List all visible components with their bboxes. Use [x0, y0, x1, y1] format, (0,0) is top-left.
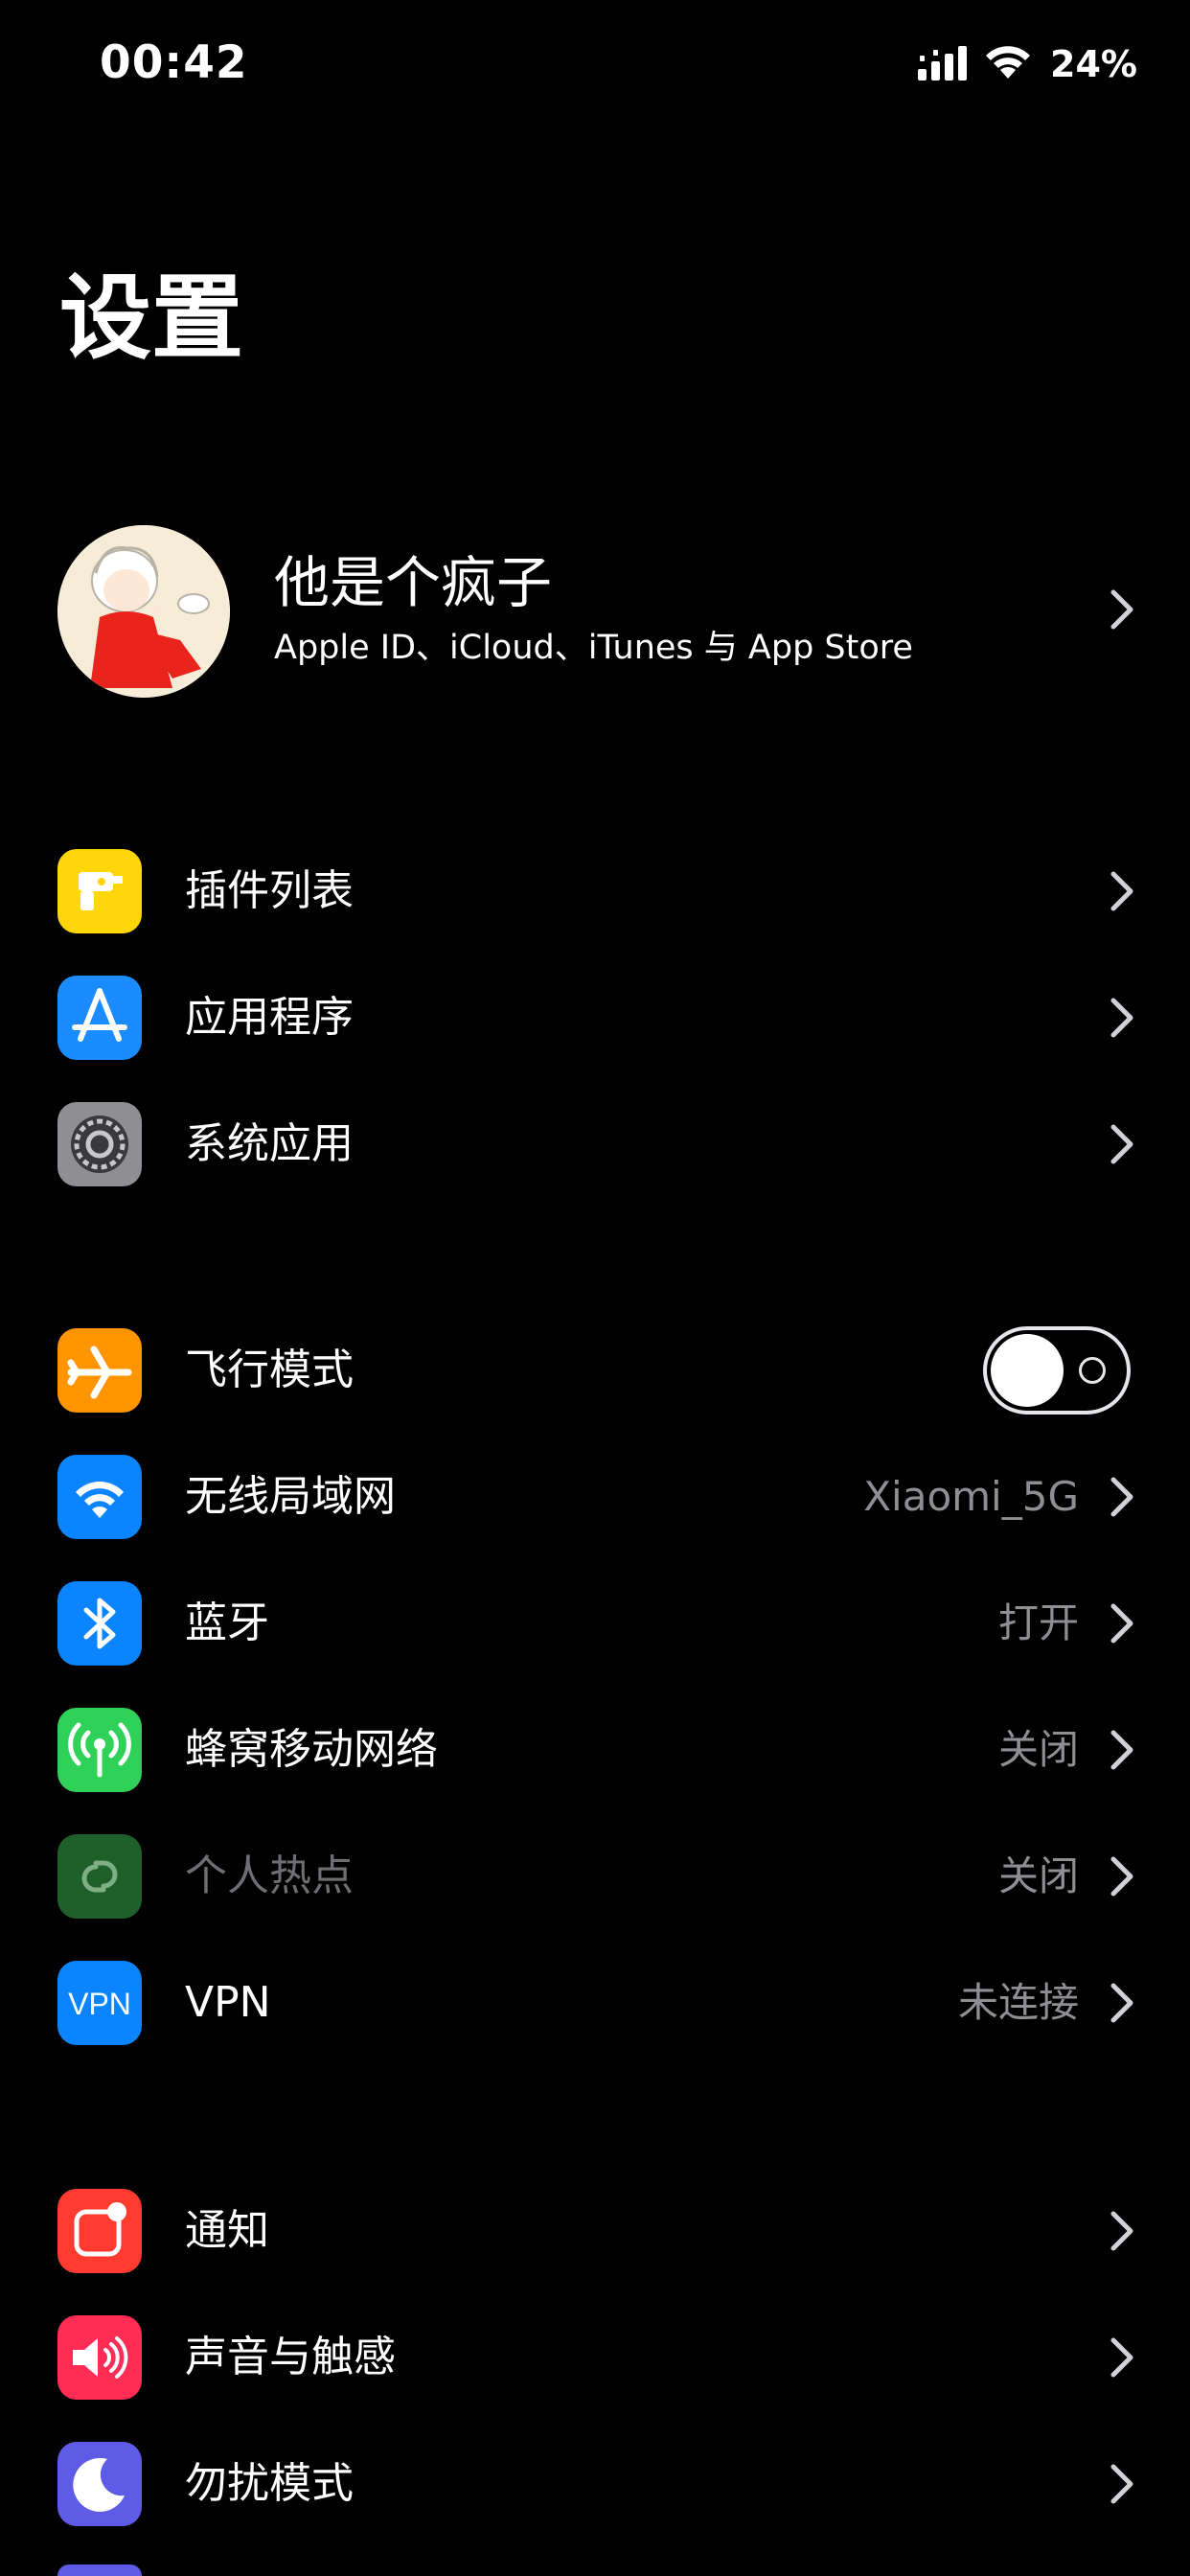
row-label: 飞行模式 [185, 1346, 354, 1394]
row-value: Xiaomi_5G [863, 1473, 1079, 1520]
hotspot-icon [57, 1834, 142, 1919]
row-label: 个人热点 [185, 1852, 354, 1900]
airplane-mode-toggle[interactable] [983, 1326, 1131, 1414]
row-label: 声音与触感 [185, 2333, 396, 2381]
cellular-signal-icon [918, 46, 967, 80]
settings-row-hotspot[interactable]: 个人热点 关闭 [0, 1813, 1190, 1940]
notification-icon [57, 2189, 142, 2273]
next-row-icon-partial [57, 2564, 142, 2576]
row-label: 蓝牙 [185, 1598, 269, 1647]
settings-row-plugins[interactable]: 插件列表 [0, 828, 1190, 954]
vpn-icon-text: VPN [68, 1987, 131, 2021]
profile-name: 他是个疯子 [274, 550, 553, 615]
profile-row[interactable]: 他是个疯子 Apple ID、iCloud、iTunes 与 App Store [0, 518, 1190, 707]
cellular-antenna-icon [57, 1708, 142, 1792]
chevron-right-icon [1110, 2211, 1133, 2251]
page-title: 设置 [59, 264, 243, 372]
avatar [57, 525, 230, 698]
settings-row-do-not-disturb[interactable]: 勿扰模式 [0, 2421, 1190, 2547]
airplane-icon [57, 1328, 142, 1413]
status-bar: 00:42 24% [0, 0, 1190, 134]
chevron-right-icon [1110, 1730, 1133, 1770]
row-label: VPN [185, 1978, 271, 2027]
settings-row-vpn[interactable]: VPN VPN 未连接 [0, 1940, 1190, 2066]
row-label: 蜂窝移动网络 [185, 1725, 438, 1774]
chevron-right-icon [1110, 1477, 1133, 1517]
chevron-right-icon [1110, 2464, 1133, 2504]
chevron-right-icon [1110, 1124, 1133, 1164]
row-label: 插件列表 [185, 866, 354, 915]
speaker-icon [57, 2315, 142, 2400]
settings-row-bluetooth[interactable]: 蓝牙 打开 [0, 1560, 1190, 1687]
row-label: 系统应用 [185, 1119, 354, 1168]
toggle-off-indicator [1079, 1357, 1106, 1384]
row-label: 应用程序 [185, 993, 354, 1042]
settings-row-wlan[interactable]: 无线局域网 Xiaomi_5G [0, 1434, 1190, 1560]
wifi-icon [986, 46, 1030, 79]
vpn-icon: VPN [57, 1961, 142, 2045]
plugin-drill-icon [57, 849, 142, 933]
chevron-right-icon [1110, 589, 1133, 630]
moon-icon [57, 2442, 142, 2526]
avatar-illustration-icon [57, 525, 230, 698]
row-label: 无线局域网 [185, 1472, 396, 1521]
status-time: 00:42 [100, 36, 248, 89]
chevron-right-icon [1110, 2337, 1133, 2378]
row-value: 未连接 [957, 1979, 1079, 2026]
settings-row-notifications[interactable]: 通知 [0, 2168, 1190, 2294]
chevron-right-icon [1110, 871, 1133, 911]
settings-row-sounds[interactable]: 声音与触感 [0, 2294, 1190, 2421]
toggle-knob [991, 1334, 1064, 1407]
app-store-icon [57, 976, 142, 1060]
chevron-right-icon [1110, 1856, 1133, 1897]
chevron-right-icon [1110, 1603, 1133, 1644]
settings-row-airplane-mode: 飞行模式 [0, 1307, 1190, 1434]
row-value: 打开 [997, 1599, 1079, 1646]
battery-percentage: 24% [1050, 43, 1137, 85]
chevron-right-icon [1110, 998, 1133, 1038]
row-label: 通知 [185, 2206, 269, 2255]
profile-subtitle: Apple ID、iCloud、iTunes 与 App Store [274, 629, 913, 667]
settings-gear-icon [57, 1102, 142, 1186]
row-label: 勿扰模式 [185, 2459, 354, 2508]
row-value: 关闭 [997, 1726, 1079, 1773]
bluetooth-icon [57, 1581, 142, 1666]
row-value: 关闭 [997, 1852, 1079, 1899]
chevron-right-icon [1110, 1983, 1133, 2023]
settings-row-cellular[interactable]: 蜂窝移动网络 关闭 [0, 1687, 1190, 1813]
settings-row-system-apps[interactable]: 系统应用 [0, 1081, 1190, 1208]
wifi-icon [57, 1455, 142, 1539]
settings-row-applications[interactable]: 应用程序 [0, 954, 1190, 1081]
